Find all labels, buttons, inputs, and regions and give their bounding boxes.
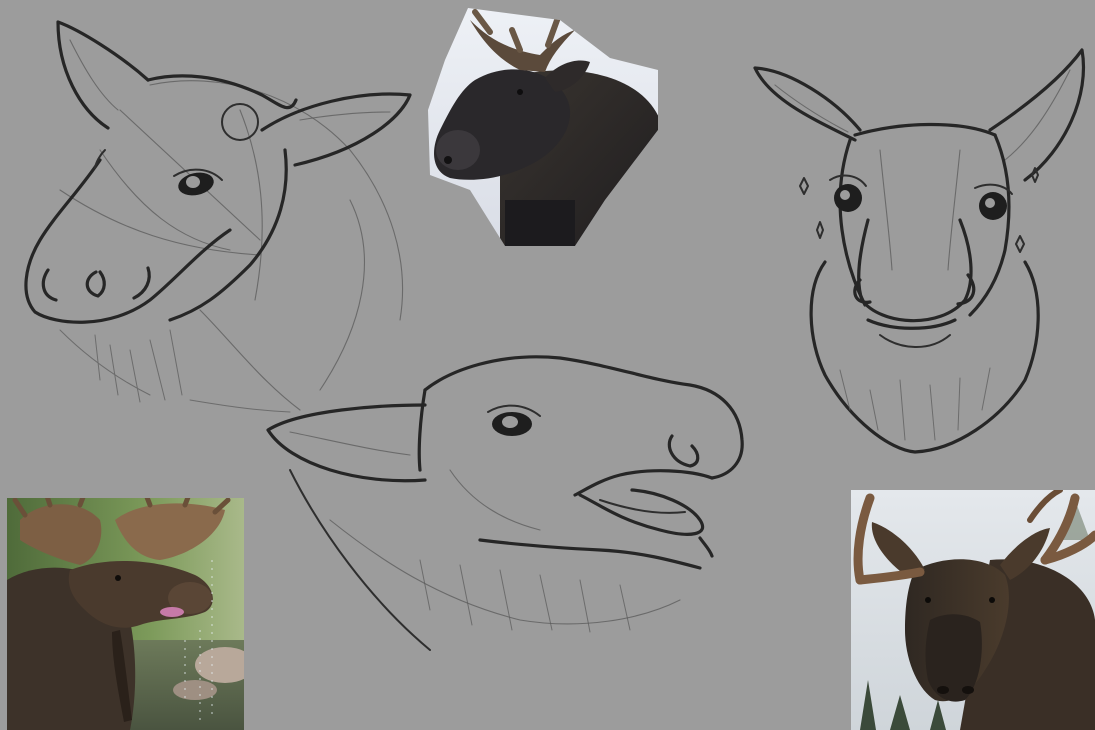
reference-photo-bull-moose-dark [428, 8, 658, 246]
reference-photo-moose-front-antlers [851, 490, 1095, 730]
reference-photo-moose-drinking [7, 498, 244, 730]
moose-head-profile-open-mouth-sketch [266, 355, 744, 651]
sketch-canvas [7, 8, 1095, 730]
moose-head-three-quarter-sketch [24, 20, 412, 413]
moose-head-front-sketch [753, 48, 1086, 454]
